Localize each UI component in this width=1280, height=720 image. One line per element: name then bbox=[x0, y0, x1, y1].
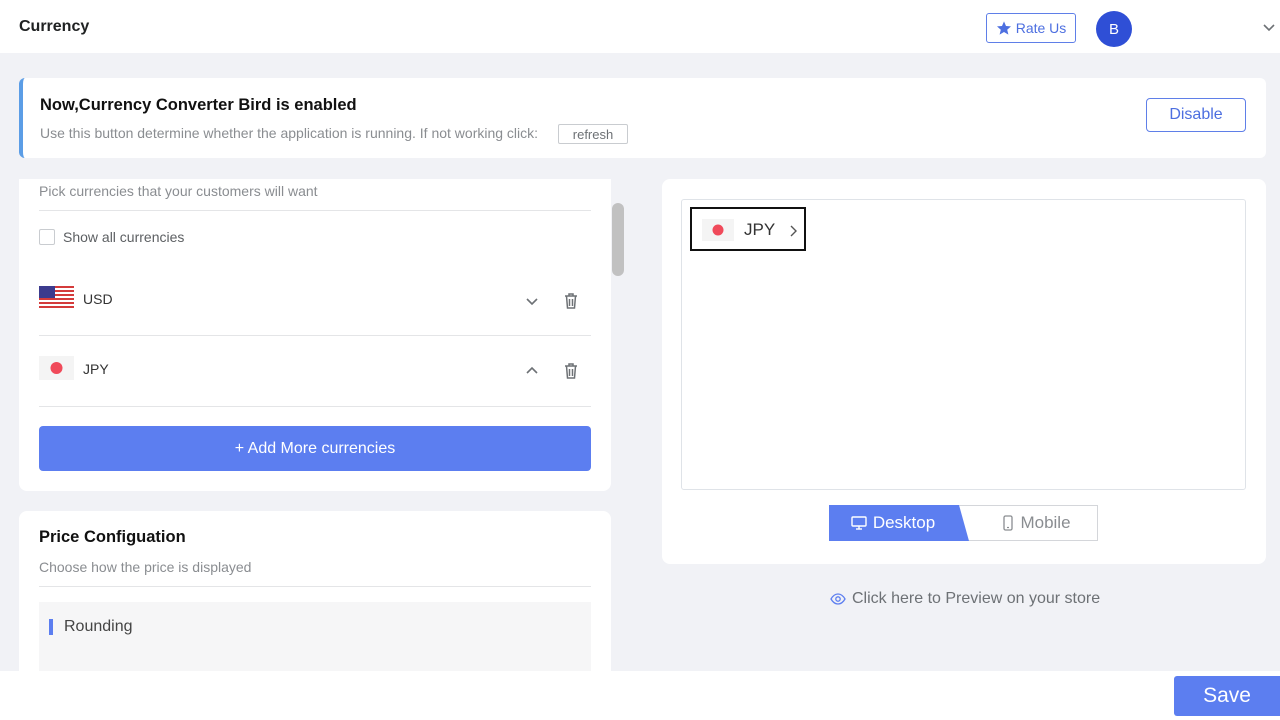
mobile-label: Mobile bbox=[1020, 513, 1071, 532]
star-icon bbox=[996, 21, 1011, 35]
chevron-right-icon bbox=[790, 225, 797, 237]
price-config-card: Price Configuation Choose how the price … bbox=[19, 511, 611, 681]
divider bbox=[39, 586, 591, 587]
chevron-up-icon[interactable] bbox=[524, 363, 540, 379]
us-flag-icon bbox=[39, 286, 74, 310]
disable-button[interactable]: Disable bbox=[1146, 98, 1246, 132]
price-config-description: Choose how the price is displayed bbox=[39, 559, 252, 575]
add-currencies-button[interactable]: + Add More currencies bbox=[39, 426, 591, 471]
rate-us-button[interactable]: Rate Us bbox=[986, 13, 1076, 43]
divider bbox=[39, 210, 591, 211]
desktop-view-button[interactable]: Desktop bbox=[829, 505, 969, 541]
divider bbox=[39, 406, 591, 407]
eye-icon bbox=[830, 593, 846, 605]
status-title: Now,Currency Converter Bird is enabled bbox=[40, 96, 357, 114]
preview-store-label: Click here to Preview on your store bbox=[852, 590, 1101, 607]
rounding-section[interactable]: Rounding bbox=[39, 602, 591, 681]
view-toggle: Mobile Desktop bbox=[829, 505, 1098, 541]
show-all-label: Show all currencies bbox=[63, 229, 185, 245]
avatar[interactable]: B bbox=[1096, 11, 1132, 47]
refresh-button[interactable]: refresh bbox=[558, 124, 628, 144]
bottom-bar: Save bbox=[0, 671, 1280, 720]
desktop-icon bbox=[851, 516, 867, 530]
currency-code-jpy: JPY bbox=[83, 361, 109, 377]
trash-icon[interactable] bbox=[561, 361, 581, 381]
currency-switcher-preview[interactable]: JPY bbox=[690, 207, 806, 251]
preview-frame: JPY bbox=[681, 199, 1246, 490]
rounding-accent-bar bbox=[49, 619, 53, 635]
chevron-down-icon[interactable] bbox=[1262, 20, 1276, 34]
app-status-card: Now,Currency Converter Bird is enabled U… bbox=[19, 78, 1266, 158]
japan-flag-icon bbox=[39, 356, 74, 380]
currencies-card: Pick currencies that your customers will… bbox=[19, 179, 611, 491]
currency-code-usd: USD bbox=[83, 291, 113, 307]
divider bbox=[39, 335, 591, 336]
scrollbar-thumb[interactable] bbox=[612, 203, 624, 276]
top-bar: Currency Rate Us B bbox=[0, 0, 1280, 53]
mobile-view-button[interactable]: Mobile bbox=[956, 505, 1098, 541]
preview-store-link[interactable]: Click here to Preview on your store bbox=[830, 590, 1100, 608]
preview-card: JPY Mobile Desktop bbox=[662, 179, 1266, 564]
status-description: Use this button determine whether the ap… bbox=[40, 125, 539, 141]
chevron-down-icon[interactable] bbox=[524, 293, 540, 309]
price-config-title: Price Configuation bbox=[39, 528, 186, 546]
desktop-label: Desktop bbox=[872, 513, 936, 532]
page-title: Currency bbox=[19, 18, 90, 35]
show-all-checkbox[interactable] bbox=[39, 229, 55, 245]
japan-flag-icon bbox=[702, 219, 734, 241]
mobile-icon bbox=[1003, 515, 1014, 531]
pick-currencies-label: Pick currencies that your customers will… bbox=[39, 183, 318, 199]
rate-us-label: Rate Us bbox=[1015, 20, 1067, 36]
save-button[interactable]: Save bbox=[1174, 676, 1280, 716]
switcher-currency-code: JPY bbox=[744, 220, 776, 239]
rounding-label: Rounding bbox=[64, 618, 133, 635]
trash-icon[interactable] bbox=[561, 291, 581, 311]
